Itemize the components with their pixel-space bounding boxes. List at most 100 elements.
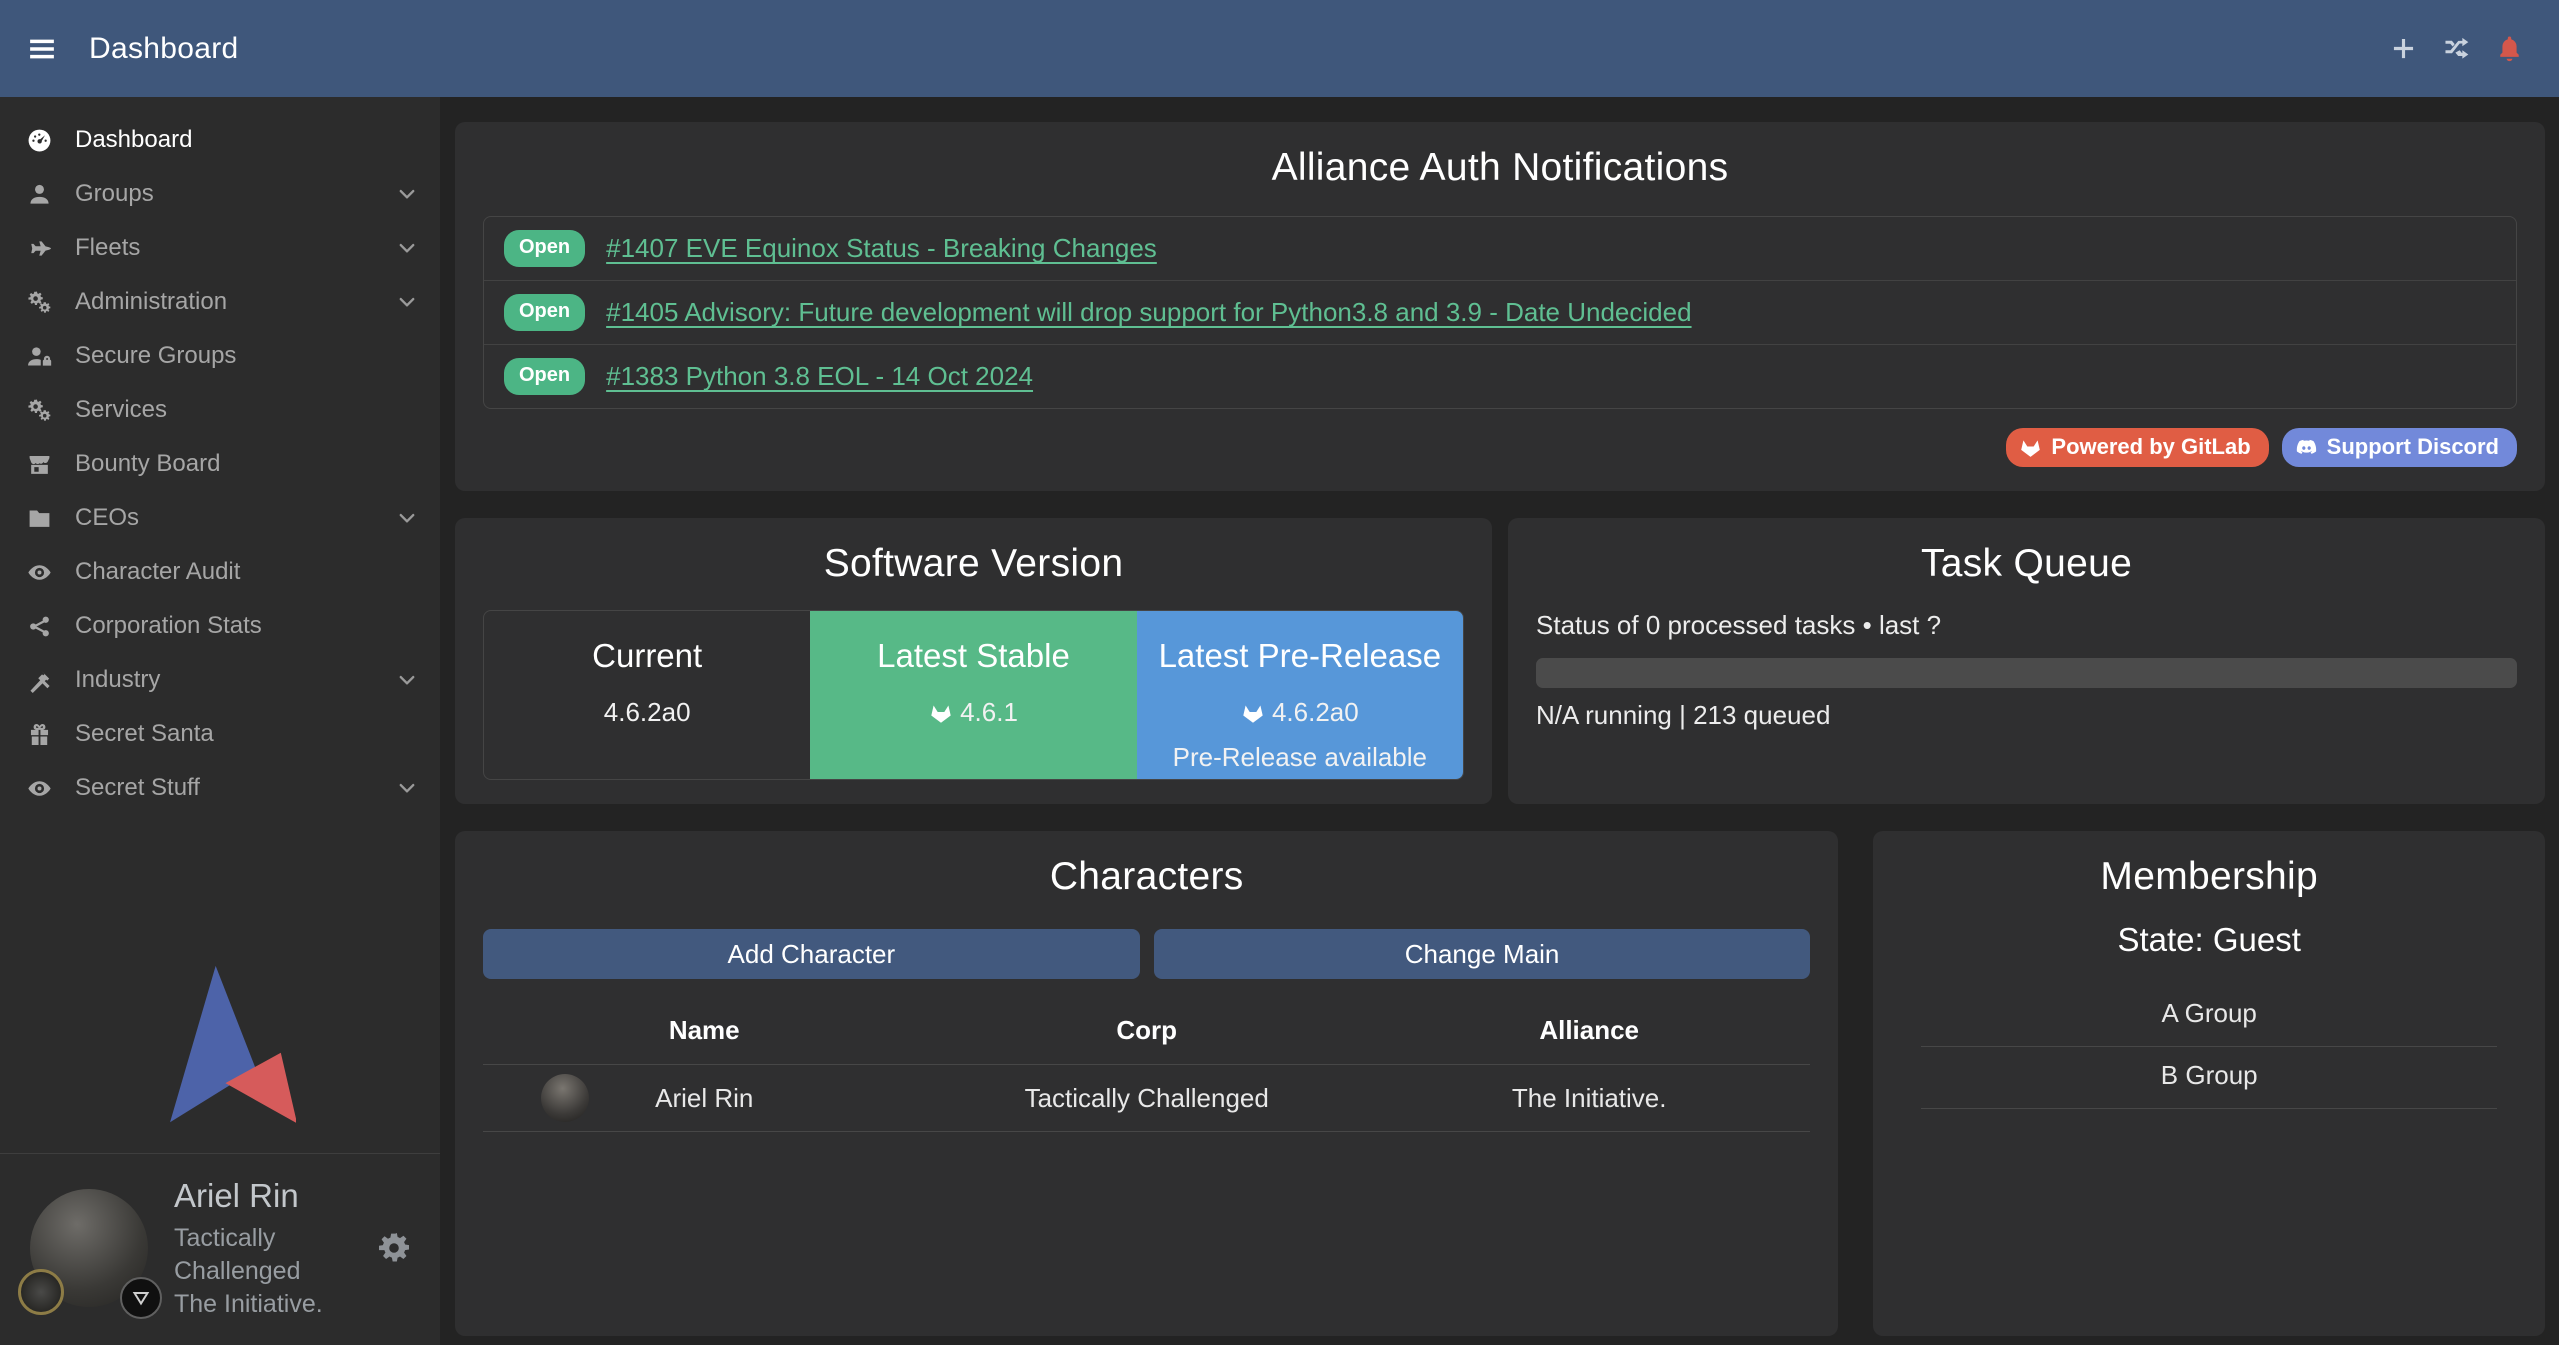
membership-title: Membership <box>1901 855 2517 899</box>
chevron-down-icon <box>396 291 418 313</box>
characters-panel: Characters Add Character Change Main Nam… <box>455 831 1838 1336</box>
sidebar-item-secret-santa[interactable]: Secret Santa <box>0 707 440 761</box>
user-settings-gear-icon[interactable] <box>376 1230 412 1266</box>
notification-item: Open #1383 Python 3.8 EOL - 14 Oct 2024 <box>484 345 2516 408</box>
sidebar-item-label: Secret Stuff <box>75 774 200 802</box>
chevron-down-icon <box>396 777 418 799</box>
sidebar-item-corporation-stats[interactable]: Corporation Stats <box>0 599 440 653</box>
membership-state: State: Guest <box>1901 921 2517 959</box>
sidebar-item-label: Groups <box>75 180 154 208</box>
characters-table: Name Corp Alliance Ariel Rin Tactically … <box>483 1005 1810 1132</box>
gears-icon <box>25 289 53 315</box>
character-corp: Tactically Challenged <box>925 1083 1367 1114</box>
status-badge: Open <box>504 358 585 395</box>
chevron-down-icon <box>396 237 418 259</box>
version-box: Current 4.6.2a0 Latest Stable 4.6.1 Late… <box>483 610 1464 780</box>
sidebar-item-character-audit[interactable]: Character Audit <box>0 545 440 599</box>
support-discord-badge[interactable]: Support Discord <box>2282 428 2517 467</box>
version-column-heading: Latest Pre-Release <box>1137 637 1463 675</box>
current-version-value: 4.6.2a0 <box>604 697 691 728</box>
change-main-button[interactable]: Change Main <box>1154 929 1811 979</box>
chevron-down-icon <box>396 669 418 691</box>
gift-icon <box>25 721 53 747</box>
sidebar-item-fleets[interactable]: Fleets <box>0 221 440 275</box>
sidebar-item-dashboard[interactable]: Dashboard <box>0 113 440 167</box>
notification-link[interactable]: #1405 Advisory: Future development will … <box>606 297 1691 328</box>
user-alliance: The Initiative. <box>174 1288 376 1321</box>
status-badge: Open <box>504 230 585 267</box>
sidebar-toggle-menu-icon[interactable] <box>27 34 57 64</box>
sidebar-item-label: Secure Groups <box>75 342 236 370</box>
character-name: Ariel Rin <box>655 1083 753 1113</box>
sidebar-item-administration[interactable]: Administration <box>0 275 440 329</box>
navbar-actions <box>2390 35 2523 62</box>
character-table-row: Ariel Rin Tactically Challenged The Init… <box>483 1065 1810 1132</box>
switch-character-shuffle-icon[interactable] <box>2443 35 2470 62</box>
alliance-auth-notifications-panel: Alliance Auth Notifications Open #1407 E… <box>455 122 2545 491</box>
sidebar-item-secure-groups[interactable]: Secure Groups <box>0 329 440 383</box>
store-icon <box>25 451 53 477</box>
characters-title: Characters <box>483 855 1810 899</box>
user-icon <box>25 181 53 207</box>
task-queue-title: Task Queue <box>1536 542 2517 586</box>
powered-by-gitlab-badge[interactable]: Powered by GitLab <box>2006 428 2268 467</box>
prerelease-note: Pre-Release available <box>1137 742 1463 773</box>
notifications-title: Alliance Auth Notifications <box>483 146 2517 190</box>
stable-version-value[interactable]: 4.6.1 <box>960 697 1018 728</box>
column-header-alliance: Alliance <box>1368 1015 1810 1046</box>
sidebar-item-services[interactable]: Services <box>0 383 440 437</box>
notification-link[interactable]: #1407 EVE Equinox Status - Breaking Chan… <box>606 233 1157 264</box>
sidebar-item-label: Services <box>75 396 167 424</box>
add-character-plus-icon[interactable] <box>2390 35 2417 62</box>
task-queue-panel: Task Queue Status of 0 processed tasks •… <box>1508 518 2545 804</box>
hammer-icon <box>25 667 53 693</box>
folder-icon <box>25 505 53 531</box>
character-name-cell: Ariel Rin <box>483 1083 925 1114</box>
character-alliance: The Initiative. <box>1368 1083 1810 1114</box>
sidebar-item-secret-stuff[interactable]: Secret Stuff <box>0 761 440 815</box>
sidebar: Dashboard Groups Fleets Administration S… <box>0 97 440 1345</box>
discord-icon <box>2295 436 2318 459</box>
eye-icon <box>25 775 53 801</box>
gears-icon <box>25 397 53 423</box>
notifications-bell-icon[interactable] <box>2496 35 2523 62</box>
membership-group-item: B Group <box>1921 1047 2497 1109</box>
share-icon <box>25 613 53 639</box>
sidebar-item-ceos[interactable]: CEOs <box>0 491 440 545</box>
version-column-heading: Latest Stable <box>810 637 1136 675</box>
sidebar-item-industry[interactable]: Industry <box>0 653 440 707</box>
sidebar-item-bounty-board[interactable]: Bounty Board <box>0 437 440 491</box>
notification-item: Open #1407 EVE Equinox Status - Breaking… <box>484 217 2516 281</box>
alliance-logo-badge <box>120 1277 162 1319</box>
sidebar-item-label: Bounty Board <box>75 450 220 478</box>
column-header-name: Name <box>483 1015 925 1046</box>
gitlab-tanuki-icon <box>2019 436 2042 459</box>
eye-icon <box>25 559 53 585</box>
user-lock-icon <box>25 343 53 369</box>
task-queue-status: Status of 0 processed tasks • last ? <box>1536 610 2517 641</box>
sidebar-item-groups[interactable]: Groups <box>0 167 440 221</box>
main-content: Alliance Auth Notifications Open #1407 E… <box>440 97 2559 1345</box>
add-character-button[interactable]: Add Character <box>483 929 1140 979</box>
sidebar-item-label: Administration <box>75 288 227 316</box>
characters-table-header: Name Corp Alliance <box>483 1005 1810 1065</box>
top-navbar: Dashboard <box>0 0 2559 97</box>
membership-group-item: A Group <box>1921 985 2497 1047</box>
notification-item: Open #1405 Advisory: Future development … <box>484 281 2516 345</box>
column-header-corp: Corp <box>925 1015 1367 1046</box>
prerelease-version-value[interactable]: 4.6.2a0 <box>1272 697 1359 728</box>
notification-link[interactable]: #1383 Python 3.8 EOL - 14 Oct 2024 <box>606 361 1033 392</box>
membership-panel: Membership State: Guest A Group B Group <box>1873 831 2545 1336</box>
notifications-footer: Powered by GitLab Support Discord <box>483 428 2517 467</box>
character-row-avatar <box>541 1074 589 1122</box>
sidebar-item-label: Industry <box>75 666 160 694</box>
version-column-heading: Current <box>484 637 810 675</box>
chevron-down-icon <box>396 507 418 529</box>
chevron-down-icon <box>396 183 418 205</box>
version-stable-column: Latest Stable 4.6.1 <box>810 611 1136 779</box>
user-info: Ariel Rin Tactically Challenged The Init… <box>174 1174 376 1321</box>
corp-logo-badge <box>18 1269 64 1315</box>
sidebar-item-label: CEOs <box>75 504 139 532</box>
sidebar-item-label: Dashboard <box>75 126 192 154</box>
notifications-list: Open #1407 EVE Equinox Status - Breaking… <box>483 216 2517 409</box>
